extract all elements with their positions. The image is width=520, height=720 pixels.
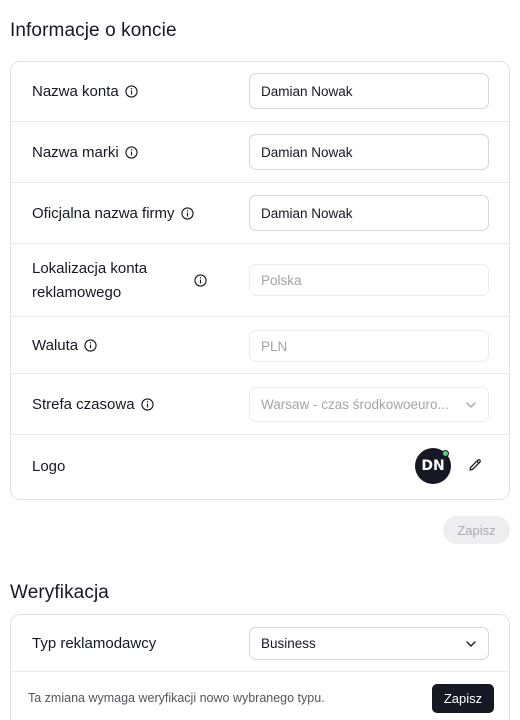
status-dot — [442, 450, 449, 457]
currency-label: Waluta — [32, 337, 97, 354]
info-icon[interactable] — [140, 398, 154, 411]
ad-account-location-label: Lokalizacja konta reklamowego — [32, 260, 148, 301]
verification-save-button[interactable]: Zapisz — [432, 684, 494, 713]
account-name-input[interactable]: Damian Nowak — [249, 73, 489, 109]
company-name-label: Oficjalna nazwa firmy — [32, 205, 194, 222]
logo-row: Logo DN — [11, 435, 509, 499]
advertiser-type-select[interactable]: Business — [249, 627, 489, 660]
ad-account-location-field: Polska — [249, 264, 489, 296]
verification-card: Typ reklamodawcy Business Ta zmiana wyma… — [10, 614, 510, 720]
brand-name-input[interactable]: Damian Nowak — [249, 134, 489, 170]
brand-name-row: Nazwa marki Damian Nowak — [11, 122, 509, 183]
avatar: DN — [415, 448, 451, 484]
timezone-select: Warsaw - czas środkowoeuro... — [249, 387, 489, 422]
chevron-down-icon — [466, 640, 476, 647]
logo-label: Logo — [32, 458, 66, 475]
account-info-card: Nazwa konta Damian Nowak Nazwa marki Dam… — [10, 61, 510, 500]
verification-note: Ta zmiana wymaga weryfikacji nowo wybran… — [28, 691, 325, 705]
account-info-title: Informacje o koncie — [10, 20, 177, 41]
brand-name-label: Nazwa marki — [32, 144, 138, 161]
verification-title: Weryfikacja — [10, 582, 109, 603]
info-icon[interactable] — [125, 146, 138, 159]
pencil-icon[interactable] — [467, 457, 483, 473]
account-name-label: Nazwa konta — [32, 83, 138, 100]
info-icon[interactable] — [125, 85, 138, 98]
ad-account-location-row: Lokalizacja konta reklamowego Polska — [11, 244, 509, 317]
info-icon[interactable] — [194, 274, 207, 287]
advertiser-type-label: Typ reklamodawcy — [32, 635, 157, 652]
advertiser-type-row: Typ reklamodawcy Business — [11, 615, 509, 672]
save-button[interactable]: Zapisz — [443, 516, 510, 544]
company-name-input[interactable]: Damian Nowak — [249, 195, 489, 231]
account-name-row: Nazwa konta Damian Nowak — [11, 62, 509, 122]
currency-field: PLN — [249, 330, 489, 362]
timezone-label: Strefa czasowa — [32, 396, 154, 413]
chevron-down-icon — [466, 401, 476, 408]
timezone-row: Strefa czasowa Warsaw - czas środkowoeur… — [11, 374, 509, 435]
currency-row: Waluta PLN — [11, 317, 509, 374]
company-name-row: Oficjalna nazwa firmy Damian Nowak — [11, 183, 509, 244]
info-icon[interactable] — [180, 207, 194, 220]
info-icon[interactable] — [84, 339, 97, 352]
